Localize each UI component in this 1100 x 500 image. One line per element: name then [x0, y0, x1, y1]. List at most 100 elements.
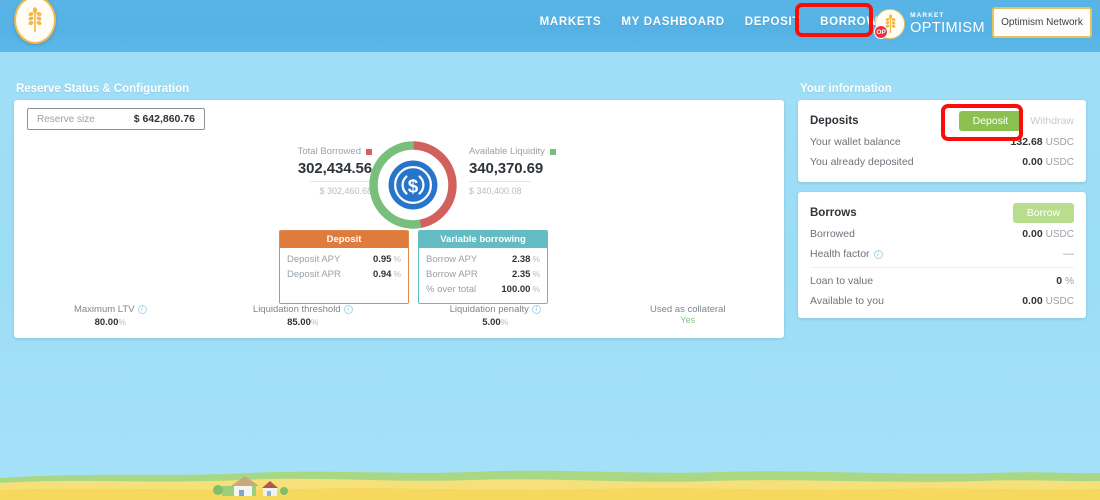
deposit-rates-box: Deposit Deposit APY 0.95% Deposit APR 0.…: [279, 230, 409, 304]
used-as-collateral-value: Yes: [592, 315, 785, 325]
info-icon[interactable]: i: [874, 250, 883, 259]
used-as-collateral-label: Used as collateral: [650, 304, 726, 315]
available-liquidity-usd: $ 340,400.08: [469, 186, 609, 196]
liquidation-threshold-unit: %: [311, 317, 319, 327]
divider: [310, 181, 372, 182]
deposit-button[interactable]: Deposit: [959, 111, 1023, 131]
loan-to-value-value: 0: [1056, 275, 1062, 287]
reserve-size-value: $ 642,860.76: [134, 113, 195, 125]
percent-over-total-label: % over total: [426, 282, 476, 297]
borrowed-label: Borrowed: [810, 228, 855, 240]
brand-optimism-text: OPTIMISM: [910, 21, 985, 36]
info-icon[interactable]: i: [138, 305, 147, 314]
borrowed-value: 0.00: [1022, 228, 1042, 240]
nav-link-markets[interactable]: MARKETS: [540, 16, 602, 28]
deposits-card: Deposits Deposit Withdraw Your wallet ba…: [798, 100, 1086, 182]
deposit-apy-unit: %: [393, 254, 401, 264]
loan-to-value-label: Loan to value: [810, 275, 873, 287]
wallet-balance-unit: USDC: [1046, 137, 1074, 148]
optimism-op-badge: OP: [874, 25, 888, 39]
deposit-rates-title: Deposit: [280, 231, 408, 248]
metric-liquidation-threshold: Liquidation threshold i 85.00%: [207, 304, 400, 328]
nav-link-my-dashboard[interactable]: MY DASHBOARD: [621, 16, 724, 28]
withdraw-button[interactable]: Withdraw: [1030, 115, 1074, 127]
total-borrowed-amount: 302,434.56: [252, 160, 372, 177]
loan-to-value-row: Loan to value 0%: [810, 271, 1074, 291]
site-logo[interactable]: [14, 0, 56, 44]
liquidation-penalty-unit: %: [501, 317, 509, 327]
brand-logo[interactable]: OP MARKET OPTIMISM: [875, 9, 985, 39]
borrowed-row: Borrowed 0.00 USDC: [810, 224, 1074, 244]
deposit-apy-value: 0.95: [373, 254, 392, 265]
variable-borrowing-rates-box: Variable borrowing Borrow APY 2.38% Borr…: [418, 230, 548, 304]
metric-maximum-ltv: Maximum LTV i 80.00%: [14, 304, 207, 328]
rate-row: Borrow APY 2.38%: [426, 252, 540, 267]
deposit-apr-value: 0.94: [373, 269, 392, 280]
reserve-size-field: Reserve size $ 642,860.76: [27, 108, 205, 130]
deposit-apr-unit: %: [393, 269, 401, 279]
borrow-apy-value: 2.38: [512, 254, 531, 265]
available-liquidity-swatch: [550, 149, 556, 155]
rate-row: Deposit APR 0.94%: [287, 267, 401, 282]
brand-market-text: MARKET: [910, 13, 985, 20]
network-selector[interactable]: Optimism Network: [992, 7, 1092, 38]
available-to-you-label: Available to you: [810, 295, 884, 307]
total-borrowed-label: Total Borrowed: [298, 146, 361, 157]
reserve-metrics-row: Maximum LTV i 80.00% Liquidation thresho…: [14, 304, 784, 328]
available-to-you-unit: USDC: [1046, 296, 1074, 307]
loan-to-value-unit: %: [1065, 276, 1074, 287]
available-liquidity-label: Available Liquidity: [469, 146, 545, 157]
nav-link-borrow[interactable]: BORROW: [820, 16, 878, 28]
already-deposited-unit: USDC: [1046, 157, 1074, 168]
percent-over-total-value: 100.00: [501, 284, 530, 295]
metric-liquidation-penalty: Liquidation penalty i 5.00%: [399, 304, 592, 328]
health-factor-label: Health factor: [810, 248, 870, 260]
your-info-section-title: Your information: [800, 83, 892, 95]
info-icon[interactable]: i: [532, 305, 541, 314]
health-factor-row: Health factor i —: [810, 244, 1074, 264]
network-name-label: Optimism Network: [1001, 17, 1083, 28]
already-deposited-value: 0.00: [1022, 156, 1042, 168]
brand-wheat-badge: OP: [875, 9, 905, 39]
liquidation-threshold-value: 85.00: [287, 317, 311, 328]
already-deposited-label: You already deposited: [810, 156, 914, 168]
wallet-balance-value: 132.68: [1011, 136, 1043, 148]
legend-total-borrowed: Total Borrowed 302,434.56 $ 302,460.68: [252, 146, 372, 196]
borrow-apr-value: 2.35: [512, 269, 531, 280]
legend-available-liquidity: Available Liquidity 340,370.69 $ 340,400…: [469, 146, 609, 196]
already-deposited-row: You already deposited 0.00 USDC: [810, 152, 1074, 172]
divider: [469, 181, 531, 182]
deposits-card-title: Deposits: [810, 115, 859, 127]
deposit-apy-label: Deposit APY: [287, 252, 340, 267]
borrow-apy-label: Borrow APY: [426, 252, 477, 267]
available-liquidity-amount: 340,370.69: [469, 160, 609, 177]
available-to-you-row: Available to you 0.00 USDC: [810, 291, 1074, 311]
rate-row-spacer: [287, 282, 401, 297]
wheat-logo-icon: [25, 7, 45, 33]
rate-row: Deposit APY 0.95%: [287, 252, 401, 267]
borrow-button[interactable]: Borrow: [1013, 203, 1074, 223]
liquidation-threshold-label: Liquidation threshold: [253, 304, 341, 315]
borrows-card-title: Borrows: [810, 207, 857, 219]
reserve-size-label: Reserve size: [37, 114, 95, 125]
top-navigation-bar: MARKETS MY DASHBOARD DEPOSIT BORROW OP: [0, 0, 1100, 52]
reserve-section-title: Reserve Status & Configuration: [16, 83, 189, 95]
variable-borrowing-title: Variable borrowing: [419, 231, 547, 248]
available-to-you-value: 0.00: [1022, 295, 1042, 307]
maximum-ltv-value: 80.00: [95, 317, 119, 328]
rate-row: % over total 100.00%: [426, 282, 540, 297]
borrows-card: Borrows Borrow Borrowed 0.00 USDC Health …: [798, 192, 1086, 318]
borrow-apr-label: Borrow APR: [426, 267, 478, 282]
liquidation-penalty-value: 5.00: [482, 317, 501, 328]
reserve-composition-chart: Total Borrowed 302,434.56 $ 302,460.68 $…: [14, 138, 784, 238]
liquidation-penalty-label: Liquidation penalty: [450, 304, 529, 315]
borrow-apy-unit: %: [532, 254, 540, 264]
health-factor-value: —: [1063, 248, 1074, 260]
svg-text:$: $: [408, 176, 419, 197]
landscape-illustration: [0, 448, 1100, 500]
nav-link-deposit[interactable]: DEPOSIT: [745, 16, 800, 28]
wallet-balance-row: Your wallet balance 132.68USDC: [810, 132, 1074, 152]
borrowed-unit: USDC: [1046, 229, 1074, 240]
info-icon[interactable]: i: [344, 305, 353, 314]
usdc-coin-icon: $: [389, 161, 438, 210]
